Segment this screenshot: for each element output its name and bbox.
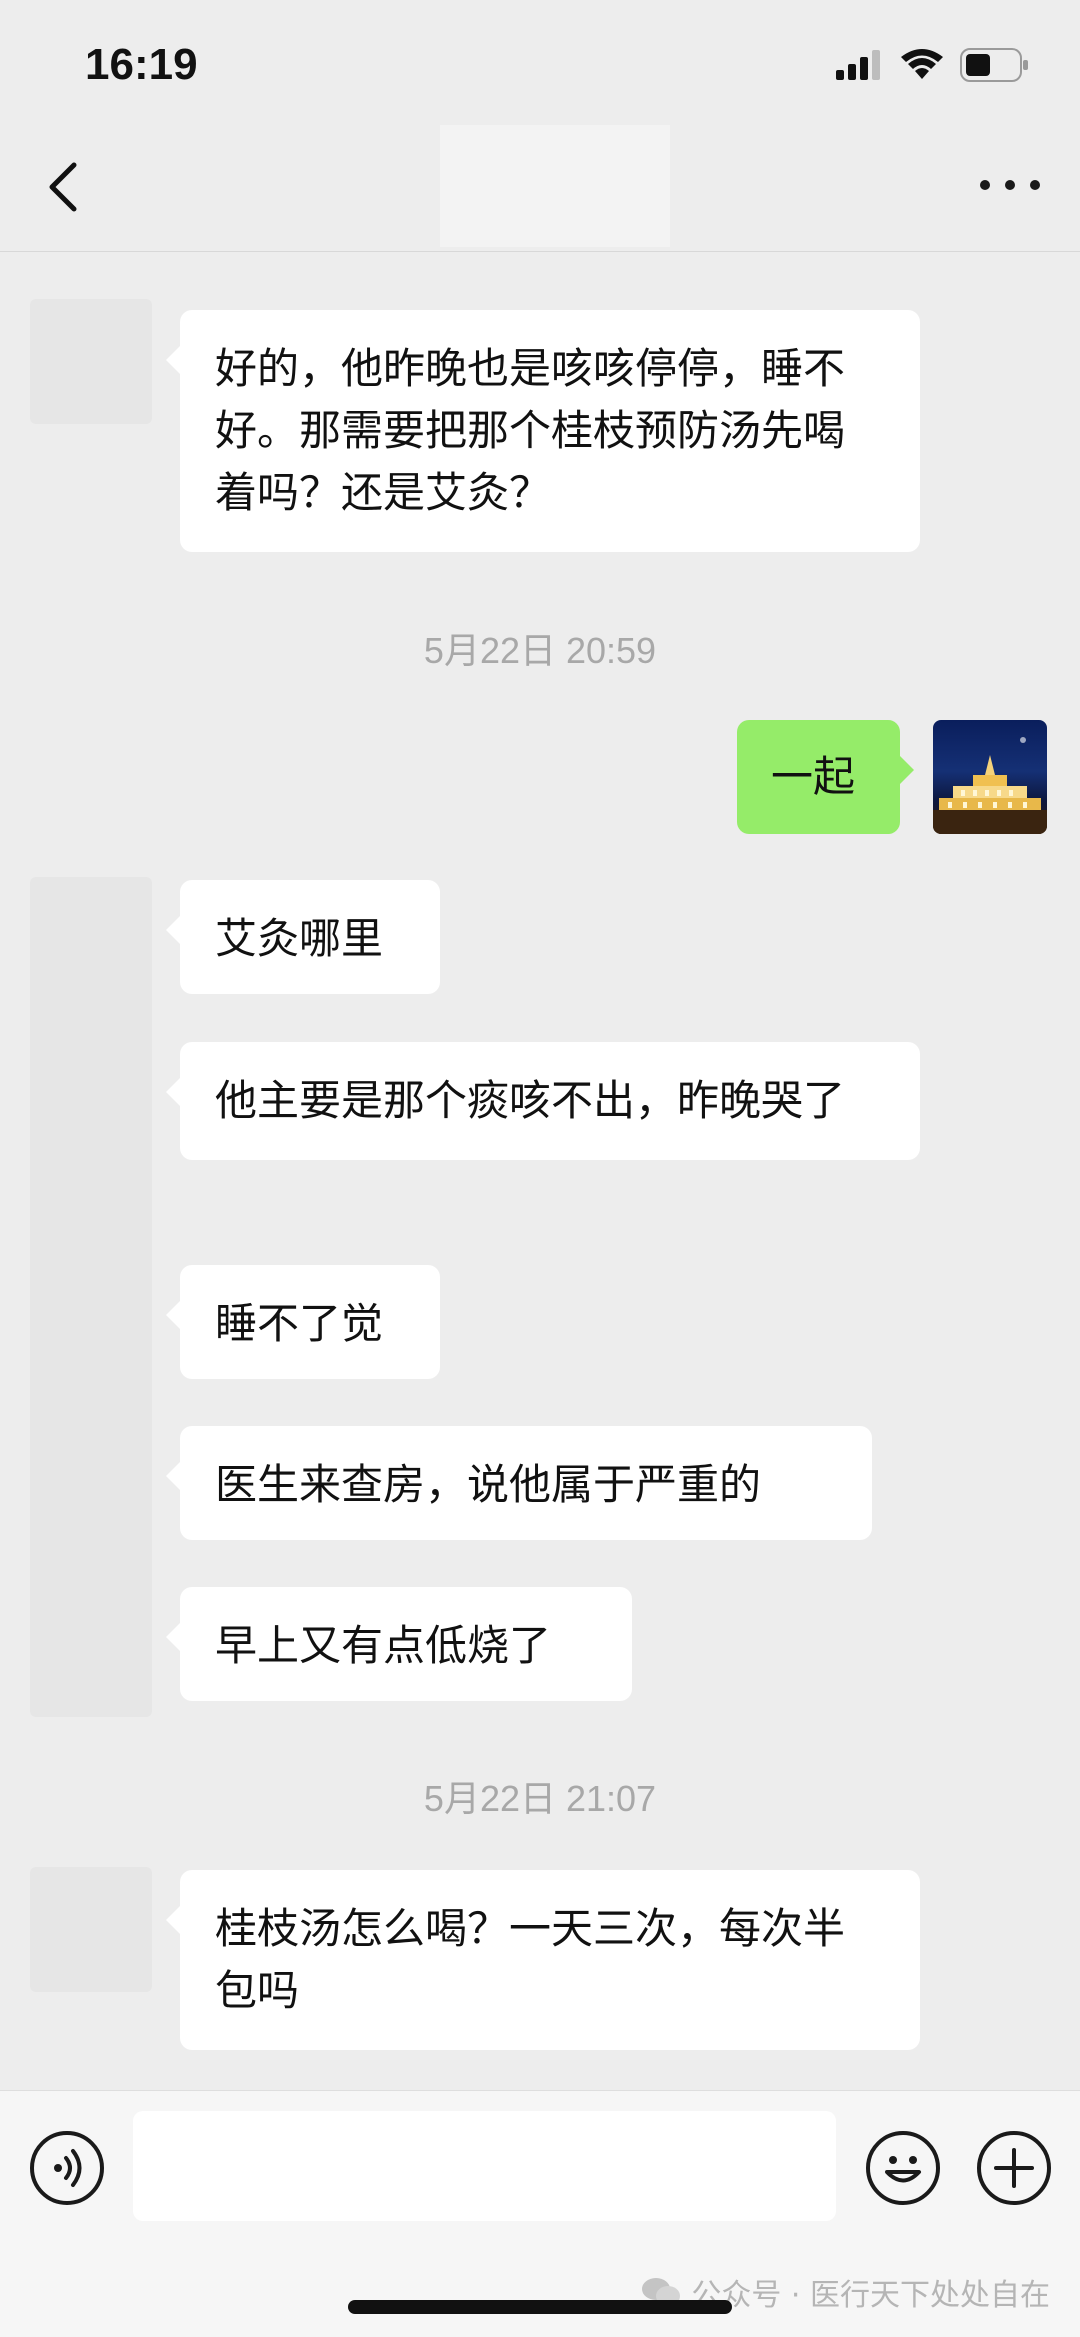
plus-icon <box>994 2148 1034 2188</box>
my-avatar[interactable] <box>933 720 1047 834</box>
status-icons <box>836 48 1030 82</box>
more-options-button[interactable] <box>980 165 1040 205</box>
more-dot-icon <box>980 180 990 190</box>
avatar-image <box>933 737 1047 834</box>
wifi-icon <box>901 49 943 79</box>
message-timestamp: 5月22日 20:59 <box>423 630 657 671</box>
message-bubble[interactable]: 好的，他昨晚也是咳咳停停，睡不好。那需要把那个桂枝预防汤先喝着吗？还是艾灸？ <box>166 310 920 552</box>
smiley-icon <box>885 2156 921 2183</box>
back-button[interactable] <box>40 157 90 217</box>
message-bubble[interactable]: 一起 <box>737 720 914 834</box>
status-time: 16:19 <box>85 40 198 89</box>
home-indicator[interactable] <box>348 2300 732 2314</box>
status-bar: 16:19 <box>0 0 1080 125</box>
voice-icon <box>54 2149 82 2187</box>
message-input[interactable] <box>133 2111 836 2221</box>
chat-area[interactable]: 好的，他昨晚也是咳咳停停，睡不好。那需要把那个桂枝预防汤先喝着吗？还是艾灸？ 5… <box>0 252 1080 2090</box>
contact-avatar-redacted[interactable] <box>30 299 152 424</box>
more-dot-icon <box>1030 180 1040 190</box>
more-functions-button[interactable] <box>977 2131 1051 2205</box>
signal-icon <box>836 50 880 80</box>
battery-icon <box>960 48 1028 82</box>
more-dot-icon <box>1005 180 1015 190</box>
chevron-left-icon <box>49 162 77 212</box>
nav-bar <box>0 125 1080 252</box>
voice-input-button[interactable] <box>30 2131 104 2205</box>
chat-title-redacted <box>440 125 670 247</box>
emoji-button[interactable] <box>866 2131 940 2205</box>
watermark-text: 公众号 · 医行天下处处自在 <box>691 2278 1050 2313</box>
